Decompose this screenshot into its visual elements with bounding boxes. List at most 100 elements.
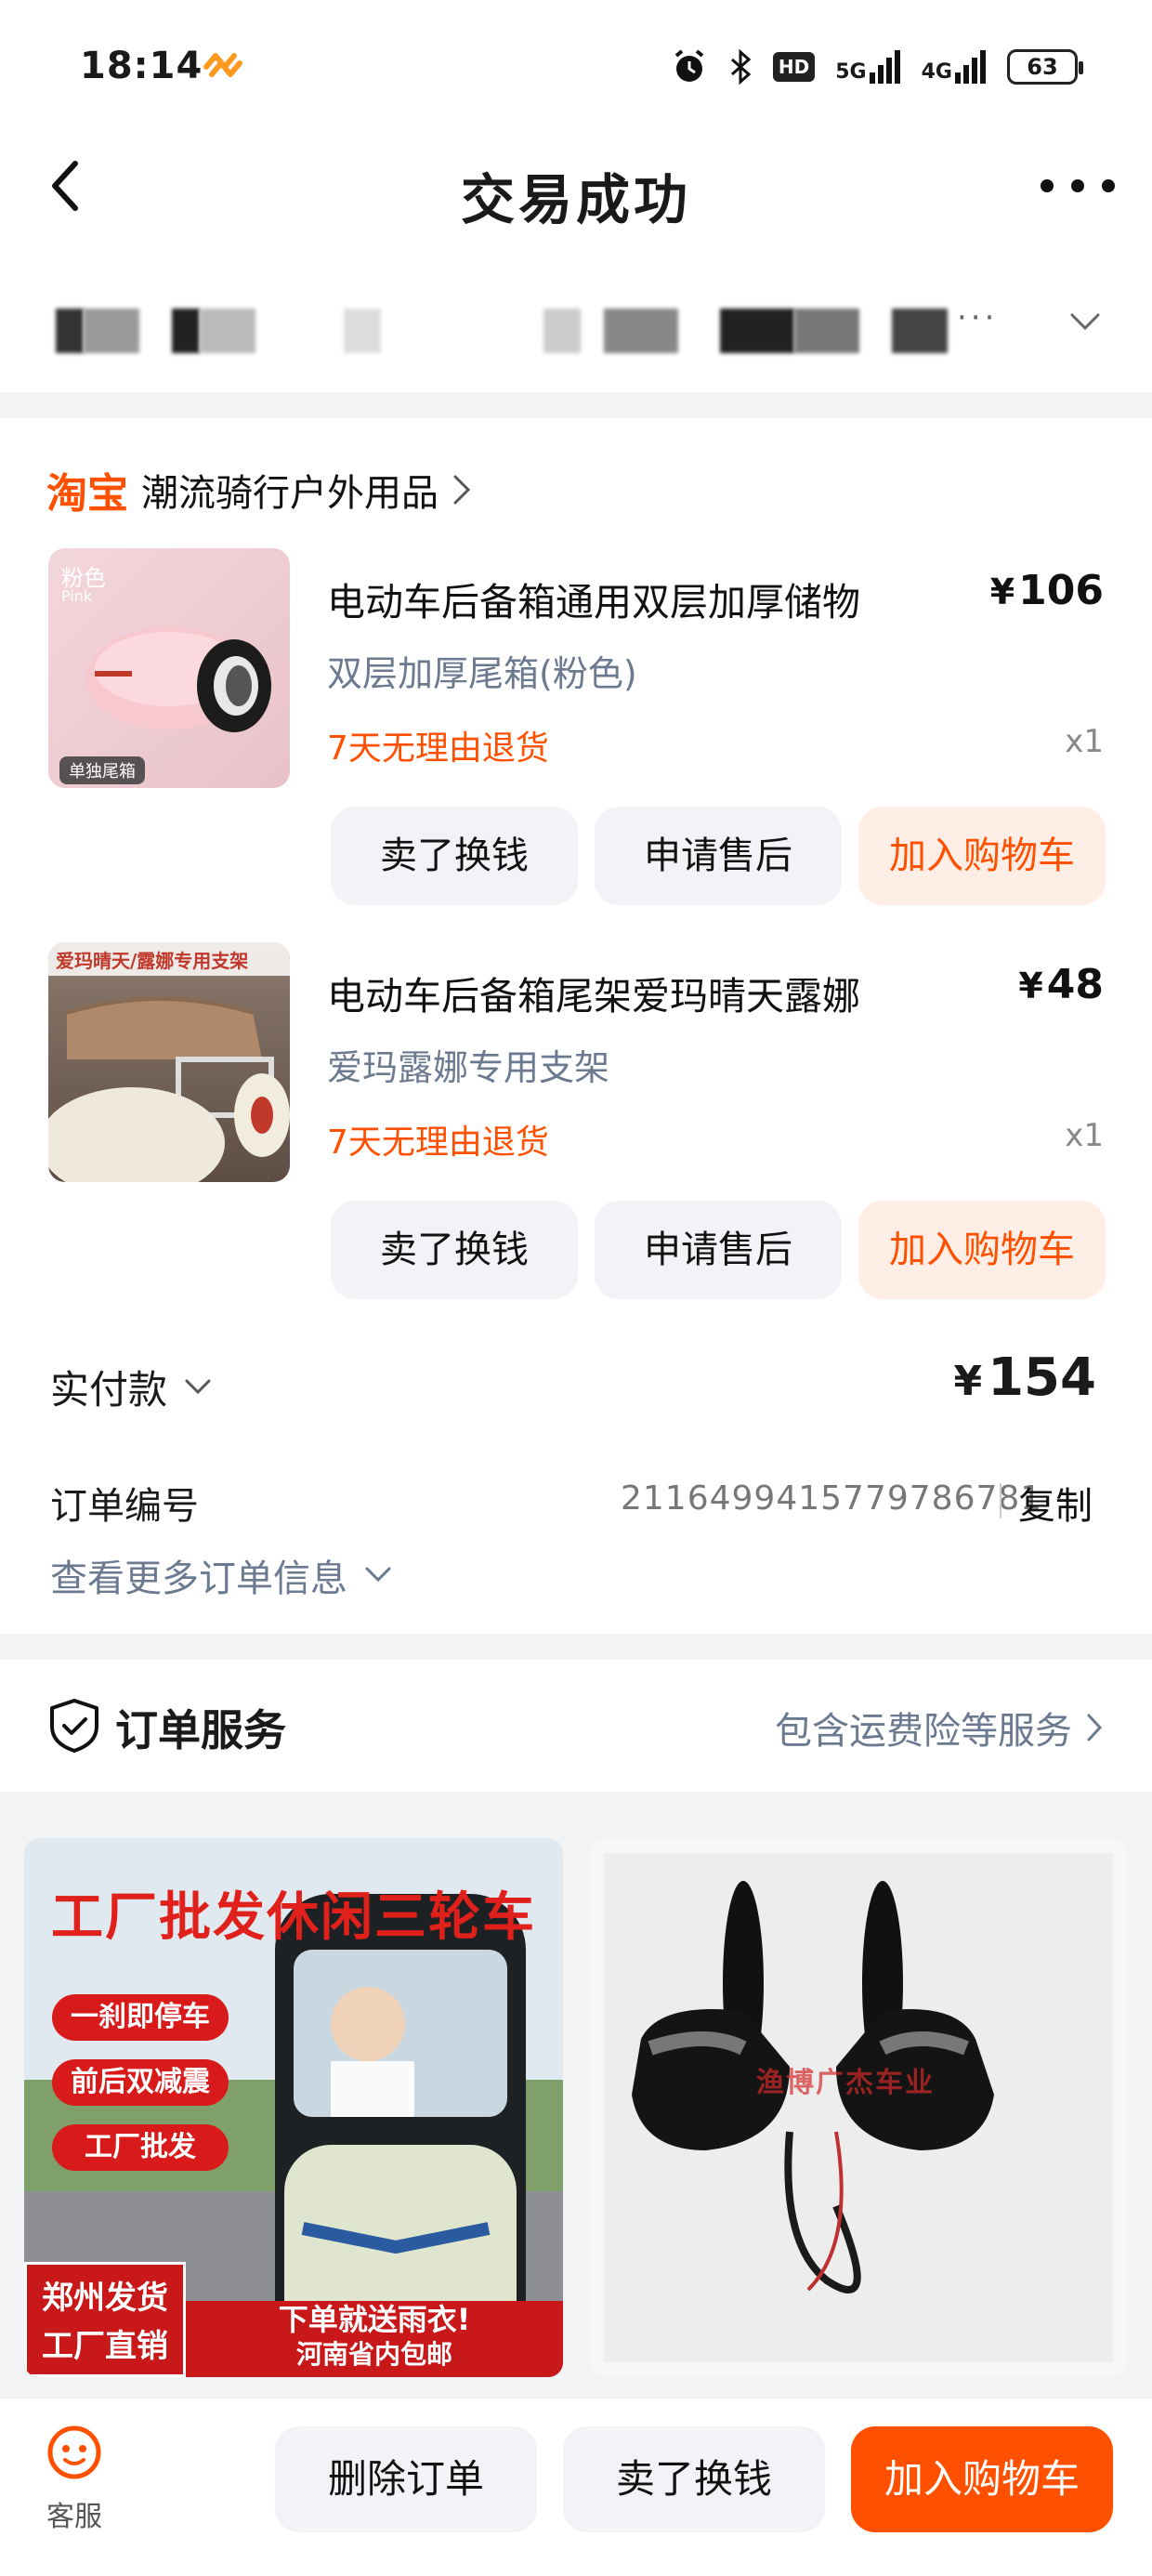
currency-symbol: ¥ bbox=[953, 1358, 983, 1405]
page-title: 交易成功 bbox=[460, 168, 691, 231]
customer-service-label: 客服 bbox=[46, 2501, 102, 2533]
item-quantity: x1 bbox=[1065, 723, 1104, 760]
promo-pill: 工厂批发 bbox=[52, 2124, 229, 2171]
bottom-action-bar: 客服 删除订单 卖了换钱 加入购物车 bbox=[0, 2398, 1152, 2576]
item-price: ¥106 bbox=[990, 567, 1104, 614]
more-dot-icon bbox=[1041, 179, 1054, 192]
order-item: 爱玛晴天/露娜专用支架 电动车后备箱尾架爱玛晴天露娜 ¥48 爱玛露娜专用支架 … bbox=[0, 942, 1152, 1314]
promo-title: 工厂批发休闲三轮车 bbox=[51, 1887, 536, 1948]
mirror-image bbox=[604, 1853, 1113, 2362]
order-service-title: 订单服务 bbox=[115, 1705, 286, 1755]
alarm-icon bbox=[674, 49, 704, 82]
promo-banner-line: 下单就送雨衣! bbox=[278, 2302, 471, 2337]
status-bar: 18:14 HD 5G 4G 63 bbox=[0, 0, 1152, 130]
shop-name: 潮流骑行户外用品 bbox=[141, 472, 439, 515]
bluetooth-icon bbox=[730, 48, 752, 85]
add-to-cart-button[interactable]: 加入购物车 bbox=[858, 807, 1106, 905]
address-ellipsis: ··· bbox=[957, 299, 999, 336]
order-number: 2116499415779786781 bbox=[621, 1479, 1043, 1518]
item-spec: 双层加厚尾箱(粉色) bbox=[327, 653, 637, 694]
address-redacted bbox=[200, 309, 255, 353]
paid-amount-value: 154 bbox=[988, 1347, 1096, 1408]
address-redacted bbox=[720, 309, 794, 353]
signal-5g-icon: 5G bbox=[835, 50, 900, 84]
signal-4g-icon: 4G bbox=[922, 50, 987, 84]
more-order-info-toggle[interactable]: 查看更多订单信息 bbox=[50, 1548, 392, 1602]
item-price-value: 48 bbox=[1046, 961, 1104, 1008]
promo-pill: 一刹即停车 bbox=[52, 1994, 229, 2041]
address-redacted bbox=[172, 309, 200, 353]
item-title[interactable]: 电动车后备箱尾架爱玛晴天露娜 bbox=[327, 965, 931, 1020]
trunk-box-image bbox=[85, 627, 271, 732]
app-notification-icon bbox=[203, 53, 242, 77]
promo-badge-line: 郑州发货 bbox=[42, 2280, 168, 2317]
thumb-tag: 单独尾箱 bbox=[59, 756, 145, 784]
sell-button[interactable]: 卖了换钱 bbox=[563, 2426, 825, 2532]
recommendation-card[interactable]: 渔博广杰车业 bbox=[589, 1838, 1128, 2377]
shield-check-icon bbox=[50, 1699, 98, 1753]
promo-banner-line: 河南省内包邮 bbox=[295, 2339, 452, 2370]
chevron-down-icon bbox=[185, 1379, 211, 1394]
chevron-right-icon bbox=[453, 475, 471, 505]
more-order-info-label: 查看更多订单信息 bbox=[50, 1557, 347, 1600]
more-dot-icon bbox=[1102, 179, 1115, 192]
address-redacted bbox=[543, 309, 581, 353]
divider bbox=[1000, 1483, 1001, 1518]
address-redacted bbox=[84, 309, 139, 353]
paid-amount: ¥154 bbox=[953, 1347, 1096, 1408]
paid-label: 实付款 bbox=[50, 1367, 168, 1413]
chevron-right-icon bbox=[1087, 1714, 1103, 1741]
section-divider bbox=[0, 1634, 1152, 1660]
return-policy: 7天无理由退货 bbox=[327, 1124, 549, 1162]
recommendation-card[interactable]: 工厂批发休闲三轮车 一刹即停车 前后双减震 工厂批发 郑州发货 工厂直销 下单就… bbox=[24, 1838, 563, 2377]
currency-symbol: ¥ bbox=[1018, 966, 1043, 1006]
address-redacted bbox=[892, 309, 948, 353]
recommendations-area: 工厂批发休闲三轮车 一刹即停车 前后双减震 工厂批发 郑州发货 工厂直销 下单就… bbox=[0, 1792, 1152, 2398]
return-policy: 7天无理由退货 bbox=[327, 729, 549, 768]
item-quantity: x1 bbox=[1065, 1117, 1104, 1154]
service-details-link[interactable]: 包含运费险等服务 bbox=[775, 1701, 1104, 1755]
chevron-down-icon bbox=[365, 1567, 391, 1583]
more-dot-icon bbox=[1071, 179, 1084, 192]
currency-symbol: ¥ bbox=[989, 572, 1015, 612]
order-number-label: 订单编号 bbox=[50, 1485, 199, 1528]
status-icons: HD 5G 4G 63 bbox=[671, 45, 1083, 89]
add-to-cart-button[interactable]: 加入购物车 bbox=[851, 2426, 1113, 2532]
service-details-label: 包含运费险等服务 bbox=[775, 1710, 1072, 1753]
shop-header[interactable]: 淘宝 潮流骑行户外用品 bbox=[46, 460, 472, 519]
item-title[interactable]: 电动车后备箱通用双层加厚储物 bbox=[327, 571, 931, 626]
product-thumbnail[interactable]: 爱玛晴天/露娜专用支架 bbox=[48, 942, 290, 1182]
promo-badge-line: 工厂直销 bbox=[42, 2328, 168, 2365]
more-options-button[interactable] bbox=[1041, 167, 1115, 204]
promo-pill: 前后双减震 bbox=[52, 2059, 229, 2106]
status-time: 18:14 bbox=[80, 45, 203, 87]
after-sale-button[interactable]: 申请售后 bbox=[595, 807, 842, 905]
sell-button[interactable]: 卖了换钱 bbox=[331, 807, 578, 905]
chevron-down-icon[interactable] bbox=[1068, 311, 1102, 334]
network-5g-label: 5G bbox=[835, 60, 867, 84]
address-redacted bbox=[56, 309, 84, 353]
paid-amount-toggle[interactable]: 实付款 bbox=[50, 1359, 212, 1415]
copy-order-button[interactable]: 复制 bbox=[1018, 1476, 1093, 1530]
after-sale-button[interactable]: 申请售后 bbox=[595, 1201, 842, 1299]
delete-order-button[interactable]: 删除订单 bbox=[275, 2426, 537, 2532]
nav-bar: 交易成功 bbox=[0, 139, 1152, 242]
product-thumbnail[interactable]: 粉色 Pink 单独尾箱 bbox=[48, 548, 290, 788]
sell-button[interactable]: 卖了换钱 bbox=[331, 1201, 578, 1299]
thumb-color-sublabel: Pink bbox=[61, 587, 93, 605]
order-item: 粉色 Pink 单独尾箱 电动车后备箱通用双层加厚储物 ¥106 双层加厚尾箱(… bbox=[0, 548, 1152, 920]
item-spec: 爱玛露娜专用支架 bbox=[327, 1047, 610, 1088]
address-redacted bbox=[794, 309, 859, 353]
promo-badge: 郑州发货 工厂直销 bbox=[24, 2262, 186, 2377]
rack-image bbox=[48, 997, 290, 1182]
watermark-text: 渔博广杰车业 bbox=[756, 2067, 935, 2099]
section-divider bbox=[0, 392, 1152, 418]
taobao-logo: 淘宝 bbox=[46, 470, 128, 518]
address-redacted bbox=[604, 309, 678, 353]
network-4g-label: 4G bbox=[921, 60, 952, 84]
order-service-row[interactable]: 订单服务 包含运费险等服务 bbox=[0, 1660, 1152, 1790]
add-to-cart-button[interactable]: 加入购物车 bbox=[858, 1201, 1106, 1299]
address-redacted bbox=[344, 309, 381, 353]
item-price-value: 106 bbox=[1018, 567, 1104, 614]
customer-service-button[interactable]: 客服 bbox=[37, 2423, 111, 2534]
